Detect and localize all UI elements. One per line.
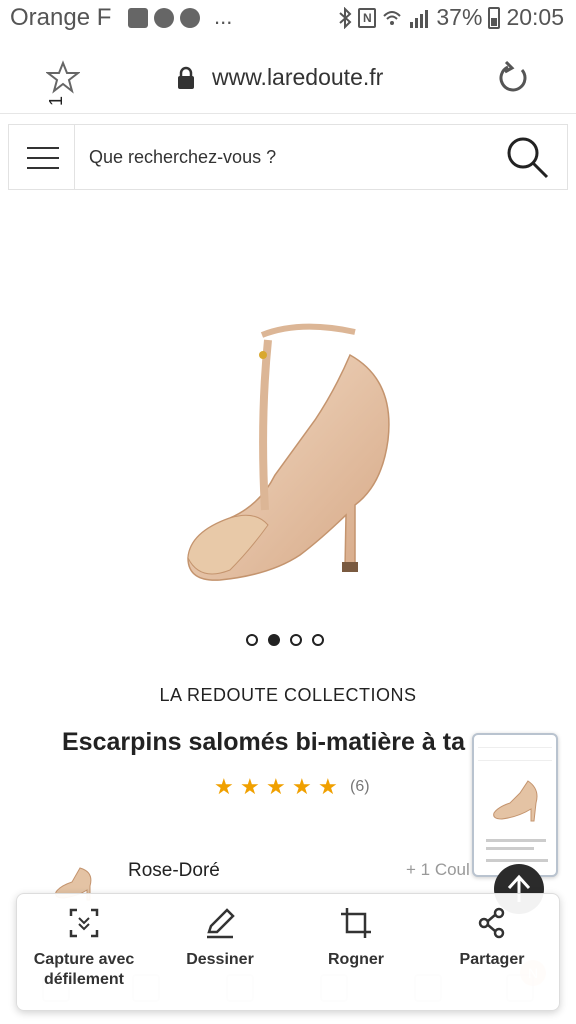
preview-shoe-image	[493, 780, 538, 822]
menu-line	[27, 157, 59, 159]
star-icon: ★	[318, 774, 338, 799]
more-colors-link[interactable]: + 1 Coul	[406, 860, 470, 880]
preview-text-line	[486, 847, 534, 850]
carousel-dot-active[interactable]	[268, 634, 280, 646]
bluetooth-icon	[339, 6, 352, 29]
carousel-dot[interactable]	[312, 634, 324, 646]
page-marker: 1	[46, 95, 66, 106]
preview-text-line	[486, 859, 548, 862]
star-icon: ★	[292, 774, 312, 799]
battery-icon	[488, 6, 501, 29]
star-icon: ★	[214, 774, 234, 799]
search-icon[interactable]	[505, 135, 551, 181]
scroll-capture-icon	[69, 908, 99, 938]
crop-label: Rogner	[328, 951, 384, 968]
search-bar: Que recherchez-vous ?	[8, 124, 568, 190]
hamburger-menu-button[interactable]	[9, 125, 75, 189]
product-image[interactable]	[150, 300, 430, 610]
search-input[interactable]: Que recherchez-vous ?	[89, 147, 276, 168]
preview-text-line	[486, 839, 546, 842]
signal-icon	[410, 9, 429, 28]
whatsapp-icon	[154, 8, 174, 28]
star-icon: ★	[240, 774, 260, 799]
carrier-label: Orange F	[10, 4, 112, 31]
gallery-icon	[128, 8, 148, 28]
preview-searchbar	[478, 751, 552, 761]
product-title: Escarpins salomés bi-matière à ta	[62, 728, 465, 756]
image-carousel-indicators	[246, 634, 324, 646]
browser-url-bar: www.laredoute.fr	[0, 44, 576, 114]
scroll-capture-label: Capture avec défilement	[33, 951, 135, 988]
nfc-icon: N	[358, 7, 377, 28]
screenshot-capture-toolbar: Capture avec défilement Dessiner Rogner …	[16, 893, 560, 1011]
share-label: Partager	[459, 951, 525, 968]
selected-color-name: Rose-Doré	[128, 860, 220, 881]
crop-icon	[341, 908, 371, 938]
draw-button[interactable]: Dessiner	[155, 906, 285, 970]
product-rating[interactable]: ★ ★ ★ ★ ★ (6)	[214, 774, 370, 800]
menu-line	[27, 167, 59, 169]
preview-header	[478, 738, 552, 748]
crop-button[interactable]: Rogner	[291, 906, 421, 970]
share-button[interactable]: Partager	[427, 906, 557, 970]
rating-count: (6)	[350, 778, 370, 795]
clock: 20:05	[506, 4, 564, 30]
screenshot-preview-thumbnail[interactable]	[472, 733, 558, 877]
share-icon	[478, 907, 505, 939]
status-bar: Orange F ... N 37% 20:05	[0, 0, 576, 40]
messenger-icon	[180, 8, 200, 28]
wifi-icon	[383, 10, 402, 25]
draw-label: Dessiner	[186, 951, 254, 968]
system-indicators: N 37% 20:05	[338, 4, 564, 31]
notification-icons	[128, 8, 200, 28]
more-notifications: ...	[214, 4, 233, 29]
product-brand[interactable]: LA REDOUTE COLLECTIONS	[0, 685, 576, 706]
lock-icon	[178, 66, 194, 89]
carousel-dot[interactable]	[290, 634, 302, 646]
menu-line	[27, 147, 59, 149]
pen-icon	[207, 908, 235, 939]
scroll-capture-button[interactable]: Capture avec défilement	[19, 906, 149, 990]
battery-percent: 37%	[436, 4, 483, 30]
carousel-dot[interactable]	[246, 634, 258, 646]
url-text[interactable]: www.laredoute.fr	[212, 64, 383, 91]
reload-icon[interactable]	[494, 60, 530, 96]
star-icon: ★	[266, 774, 286, 799]
